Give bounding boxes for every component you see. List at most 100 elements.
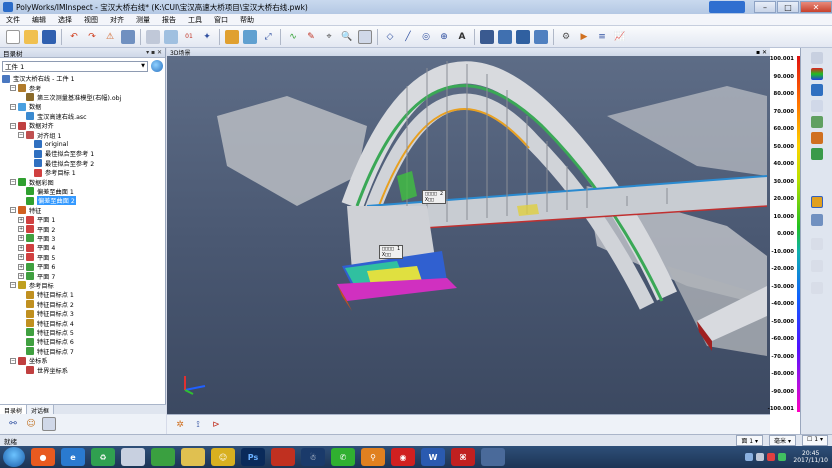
menu-edit[interactable]: 编辑: [26, 15, 52, 25]
arrow-right-icon[interactable]: [811, 260, 823, 272]
collapse-icon[interactable]: −: [10, 282, 16, 289]
expand-icon[interactable]: +: [18, 254, 24, 261]
tree-item[interactable]: 特征目标点 6: [18, 337, 74, 346]
histogram-icon[interactable]: [811, 100, 823, 112]
zoom-icon[interactable]: 🔍: [340, 30, 354, 44]
tree-item[interactable]: − 特征: [10, 206, 41, 215]
menu-view[interactable]: 视图: [78, 15, 104, 25]
legend-icon[interactable]: [811, 132, 823, 144]
maximize-button[interactable]: □: [777, 1, 799, 13]
scale-settings-icon[interactable]: [811, 84, 823, 96]
alert-icon[interactable]: ⚠: [103, 30, 117, 44]
collapse-icon[interactable]: −: [10, 207, 16, 214]
redo-icon[interactable]: ↷: [85, 30, 99, 44]
expand-icon[interactable]: +: [18, 273, 24, 280]
taskbar-notepad-icon[interactable]: [121, 448, 145, 466]
tree-item[interactable]: − 对齐组 1: [18, 130, 61, 140]
tree-item[interactable]: 特征目标点 3: [18, 309, 74, 318]
tray-volume-icon[interactable]: [756, 453, 765, 461]
vision-icon[interactable]: [811, 148, 823, 160]
film-icon[interactable]: [498, 29, 512, 44]
plane-select[interactable]: 面 1 ▾: [736, 435, 764, 446]
menu-select[interactable]: 选择: [52, 15, 78, 25]
unit-select[interactable]: 毫米 ▾: [769, 435, 796, 446]
list-icon[interactable]: ≡: [595, 30, 609, 44]
taskbar-word-icon[interactable]: W: [421, 448, 445, 466]
menu-align[interactable]: 对齐: [104, 15, 130, 25]
cad-icon[interactable]: [164, 29, 178, 44]
tree-item[interactable]: 最佳拟合至参考 2: [26, 159, 94, 168]
pointcloud-icon[interactable]: [243, 29, 257, 44]
view-icon[interactable]: [534, 29, 548, 44]
cube-icon[interactable]: [225, 29, 239, 44]
tab-tree[interactable]: 目录树: [0, 405, 28, 415]
pin-icon[interactable]: [811, 52, 823, 64]
menu-tools[interactable]: 工具: [182, 15, 208, 25]
taskbar-folder-icon[interactable]: [181, 448, 205, 466]
taskbar-search-icon[interactable]: ⚲: [361, 448, 385, 466]
taskbar-polyworks-icon[interactable]: [481, 448, 505, 466]
plane-feature-icon[interactable]: ◇: [383, 30, 397, 44]
new-file-icon[interactable]: [6, 29, 20, 44]
tree-item[interactable]: 世界坐标系: [18, 365, 68, 375]
import-icon[interactable]: [146, 29, 160, 44]
taskbar-app-icon[interactable]: ●: [31, 448, 55, 466]
tree-item[interactable]: + 平面 3: [18, 234, 55, 243]
graph-icon[interactable]: 📈: [613, 30, 627, 44]
taskbar-netease-icon[interactable]: ◉: [391, 448, 415, 466]
tree-item[interactable]: + 平面 4: [18, 243, 55, 252]
expand-icon[interactable]: +: [18, 235, 24, 242]
tree-item[interactable]: 宝汉高速右线.asc: [18, 112, 87, 121]
taskbar-app-icon[interactable]: [271, 448, 295, 466]
collapse-icon[interactable]: −: [10, 357, 16, 364]
collapse-icon[interactable]: −: [10, 179, 16, 186]
target-label-2[interactable]: □□□□ 2 X□□: [422, 190, 447, 204]
tree-tool-person-icon[interactable]: ☺: [24, 417, 38, 431]
probe-icon[interactable]: ✦: [200, 30, 214, 44]
taskbar-clock[interactable]: 20:45 2017/11/10: [793, 450, 828, 464]
ruler-tool-icon[interactable]: ⟟: [191, 418, 205, 432]
tree-item[interactable]: 参考目标 1: [26, 168, 76, 177]
globe-icon[interactable]: [151, 60, 163, 72]
palette-icon[interactable]: [811, 116, 823, 128]
play-icon[interactable]: ▶: [577, 30, 591, 44]
collapse-icon[interactable]: −: [10, 103, 16, 110]
menu-report[interactable]: 报告: [156, 15, 182, 25]
tray-ime-icon[interactable]: [767, 453, 776, 461]
taskbar-app-icon[interactable]: ♻: [91, 448, 115, 466]
tree-item[interactable]: 第三次测量基准模型(右幅).obj: [18, 93, 121, 102]
layer-select[interactable]: ☐ 1 ▾: [801, 435, 828, 446]
measure-tool-icon[interactable]: ✲: [173, 418, 187, 432]
target-label-1[interactable]: □□□□ 1 X□□: [379, 245, 404, 259]
save-icon[interactable]: [42, 29, 56, 44]
start-button[interactable]: [3, 447, 25, 467]
tree-item[interactable]: 特征目标点 1: [18, 290, 74, 299]
gradient-bar-icon[interactable]: [811, 68, 823, 80]
expand-icon[interactable]: +: [18, 263, 24, 270]
tree-item[interactable]: 特征目标点 2: [18, 300, 74, 309]
tree-root[interactable]: 宝汉大桥右线 - 工件 1: [2, 74, 75, 83]
expand-icon[interactable]: +: [18, 216, 24, 223]
menu-file[interactable]: 文件: [0, 15, 26, 25]
help-badge-icon[interactable]: [709, 1, 745, 13]
curve-icon[interactable]: ∿: [286, 30, 300, 44]
collapse-icon[interactable]: −: [10, 85, 16, 92]
binary-icon[interactable]: 01: [182, 30, 196, 44]
text-icon[interactable]: A: [455, 30, 469, 44]
tree-item[interactable]: − 参考目标: [10, 281, 54, 290]
minimize-button[interactable]: –: [754, 1, 776, 13]
grid-icon[interactable]: [480, 29, 494, 44]
menu-help[interactable]: 帮助: [234, 15, 260, 25]
menu-measure[interactable]: 测量: [130, 15, 156, 25]
tree-item[interactable]: − 数据对齐: [10, 121, 54, 130]
point-feature-icon[interactable]: ⊕: [437, 30, 451, 44]
tree-tool-window-icon[interactable]: [42, 417, 56, 431]
tree-item[interactable]: − 坐标系: [10, 356, 48, 365]
tree-item[interactable]: 偏差至曲面 2: [18, 196, 76, 206]
tree-item[interactable]: − 数据彩图: [10, 177, 54, 187]
taskbar-app-icon[interactable]: ☺: [211, 448, 235, 466]
tree-item[interactable]: − 数据: [10, 102, 41, 111]
tray-network-icon[interactable]: [745, 453, 754, 461]
expand-icon[interactable]: +: [18, 226, 24, 233]
tray-security-icon[interactable]: [778, 453, 787, 461]
